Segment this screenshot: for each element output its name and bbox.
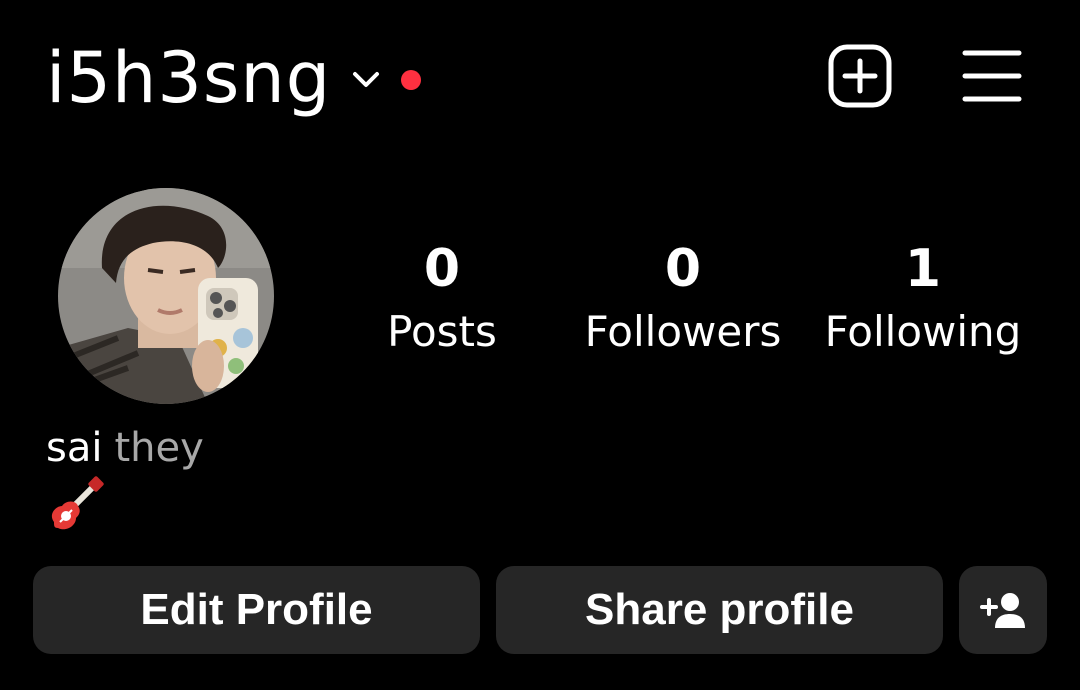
share-profile-label: Share profile [585, 585, 854, 634]
followers-count: 0 [664, 239, 702, 299]
avatar-photo [58, 188, 274, 404]
hamburger-menu-icon[interactable] [962, 48, 1022, 104]
profile-header: i5h3sng [0, 0, 1080, 150]
posts-label: Posts [387, 307, 497, 356]
chevron-down-icon [353, 72, 380, 87]
display-name: sai [46, 425, 103, 471]
following-count: 1 [904, 239, 942, 299]
username: i5h3sng [46, 37, 332, 119]
avatar[interactable] [58, 188, 274, 404]
notification-dot [401, 70, 422, 90]
followers-label: Followers [584, 307, 782, 356]
share-profile-button[interactable]: Share profile [496, 566, 943, 654]
following-label: Following [824, 307, 1022, 356]
stat-following[interactable]: 1 Following [813, 236, 1033, 362]
edit-profile-button[interactable]: Edit Profile [33, 566, 480, 654]
add-person-icon [980, 593, 1025, 628]
pronouns: they [114, 425, 204, 471]
edit-profile-label: Edit Profile [140, 585, 373, 634]
bio-name-line: sai they [46, 422, 204, 474]
discover-people-button[interactable] [959, 566, 1047, 654]
guitar-icon [51, 476, 104, 530]
account-switcher[interactable]: i5h3sng [46, 36, 422, 120]
new-post-button[interactable] [828, 44, 892, 108]
stat-posts[interactable]: 0 Posts [332, 236, 552, 362]
posts-count: 0 [423, 239, 461, 299]
stat-followers[interactable]: 0 Followers [573, 236, 793, 362]
